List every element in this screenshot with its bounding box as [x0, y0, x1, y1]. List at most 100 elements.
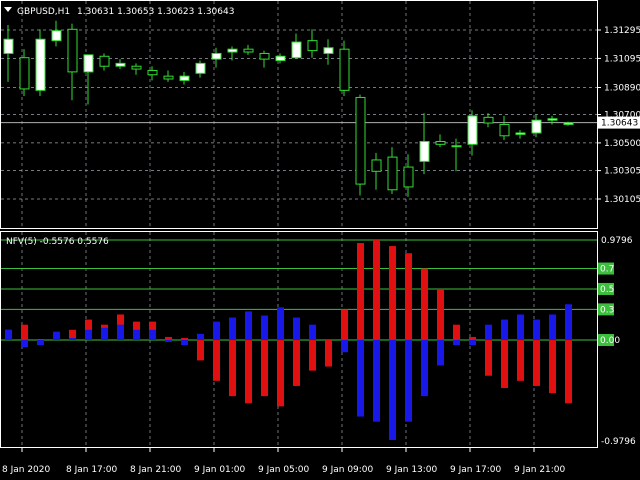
histogram-bar-pos: [437, 288, 444, 340]
histogram-bar-pos: [389, 246, 396, 340]
histogram-bar-pos: [245, 340, 252, 404]
candle-body-bull: [83, 54, 94, 73]
histogram-bar-neg: [421, 340, 428, 397]
candle-body-bull: [211, 52, 222, 60]
histogram-bar-neg: [133, 329, 140, 340]
indicator-label: NFV(5) -0.5576 0.5576: [6, 237, 109, 247]
candle-body-bull: [467, 115, 478, 145]
candle-body-bull: [419, 140, 430, 162]
histogram-bar-neg: [53, 331, 60, 340]
candle-body-bull: [291, 41, 302, 59]
histogram-bar-neg: [469, 340, 476, 346]
time-tick-label: 9 Jan 01:00: [194, 465, 246, 475]
candle-body-bear: [307, 40, 318, 52]
candle-body-bull: [115, 62, 126, 67]
candle-body-bull: [51, 30, 62, 42]
histogram-bar-neg: [389, 340, 396, 441]
candle-body-bull: [563, 122, 574, 125]
candle-body-bull: [531, 119, 542, 134]
histogram-bar-neg: [309, 324, 316, 340]
histogram-bar-neg: [293, 317, 300, 340]
ohlc-values: 1.30631 1.30653 1.30623 1.30643: [77, 7, 234, 17]
histogram-bar-neg: [501, 319, 508, 340]
time-tick-label: 9 Jan 21:00: [514, 465, 566, 475]
histogram-bar-pos: [533, 340, 540, 386]
histogram-bar-neg: [181, 340, 188, 346]
histogram-bar-pos: [165, 336, 172, 340]
candle-body-bear: [243, 48, 254, 53]
histogram-bar-neg: [5, 329, 12, 340]
time-tick-label: 8 Jan 17:00: [66, 465, 118, 475]
current-price-tag: 1.30643: [598, 116, 640, 129]
price-tick-label: 1.30105: [604, 195, 640, 205]
candle-body-bull: [3, 38, 14, 54]
histogram-bar-pos: [229, 340, 236, 397]
candle-body-bear: [259, 52, 270, 60]
chart-header: GBPUSD,H1 1.30631 1.30653 1.30623 1.3064…: [4, 7, 234, 17]
trading-chart[interactable]: GBPUSD,H1 1.30631 1.30653 1.30623 1.3064…: [0, 0, 640, 480]
time-tick-label: 9 Jan 13:00: [386, 465, 438, 475]
candle-body-bear: [147, 69, 158, 76]
histogram-bar-neg: [149, 329, 156, 340]
level-label: 0.3: [600, 305, 614, 315]
histogram-bar-pos: [565, 340, 572, 404]
time-tick-label: 9 Jan 09:00: [322, 465, 374, 475]
histogram-bar-pos: [325, 340, 332, 367]
histogram-bar-pos: [277, 340, 284, 407]
price-tick-label: 1.31095: [604, 54, 640, 64]
price-tick-label: 1.30890: [604, 84, 640, 94]
candle-body-bear: [19, 57, 30, 90]
histogram-bar-neg: [117, 324, 124, 340]
candle-body-bear: [403, 166, 414, 188]
histogram-bar-neg: [277, 307, 284, 340]
candle-body-bull: [227, 48, 238, 53]
time-tick-label: 8 Jan 21:00: [130, 465, 182, 475]
candle[interactable]: [339, 40, 350, 97]
histogram-bar-pos: [549, 340, 556, 394]
histogram-bar-neg: [21, 340, 28, 348]
histogram-bar-neg: [37, 340, 44, 346]
candle-body-bear: [499, 123, 510, 137]
histogram-bar-pos: [517, 340, 524, 381]
candle-body-bear: [355, 96, 366, 185]
histogram-bar-neg: [405, 340, 412, 422]
histogram-bar-neg: [229, 317, 236, 340]
histogram-bar-pos: [341, 309, 348, 340]
histogram-bar-pos: [181, 337, 188, 340]
histogram-bar-pos: [261, 340, 268, 397]
histogram-bar-pos: [37, 338, 44, 340]
histogram-bar-pos: [485, 340, 492, 376]
histogram-bar-pos: [421, 268, 428, 340]
histogram-bar-neg: [245, 311, 252, 340]
candle-body-bull: [195, 62, 206, 74]
time-tick-label: 9 Jan 17:00: [450, 465, 502, 475]
level-label: 0.5: [600, 285, 614, 295]
histogram-bar-neg: [85, 329, 92, 340]
candle-body-bear: [163, 75, 174, 80]
price-tick-label: 1.31295: [604, 26, 640, 36]
indicator-bottom-label: -0.9796: [601, 437, 636, 447]
candle[interactable]: [355, 94, 366, 196]
candle-body-bull: [179, 75, 190, 81]
histogram-bar-neg: [165, 340, 172, 343]
histogram-bar-neg: [69, 337, 76, 340]
histogram-bar-neg: [533, 319, 540, 340]
candle-body-bear: [99, 55, 110, 67]
candle-body-bull: [547, 118, 558, 121]
indicator-top-label: 0.9796: [601, 236, 633, 246]
candle-body-bull: [35, 38, 46, 91]
histogram-bar-pos: [357, 243, 364, 340]
candle-body-bear: [371, 159, 382, 172]
histogram-bar-neg: [341, 340, 348, 353]
histogram-bar-pos: [501, 340, 508, 388]
histogram-bar-pos: [309, 340, 316, 371]
histogram-bar-neg: [357, 340, 364, 417]
candle[interactable]: [35, 29, 46, 97]
candle-body-bull: [515, 132, 526, 135]
histogram-bar-neg: [197, 333, 204, 340]
symbol-timeframe: GBPUSD,H1: [17, 7, 70, 17]
histogram-bar-neg: [565, 304, 572, 340]
price-tick-label: 1.30500: [604, 139, 640, 149]
histogram-bar-pos: [469, 336, 476, 340]
histogram-bar-pos: [405, 253, 412, 340]
